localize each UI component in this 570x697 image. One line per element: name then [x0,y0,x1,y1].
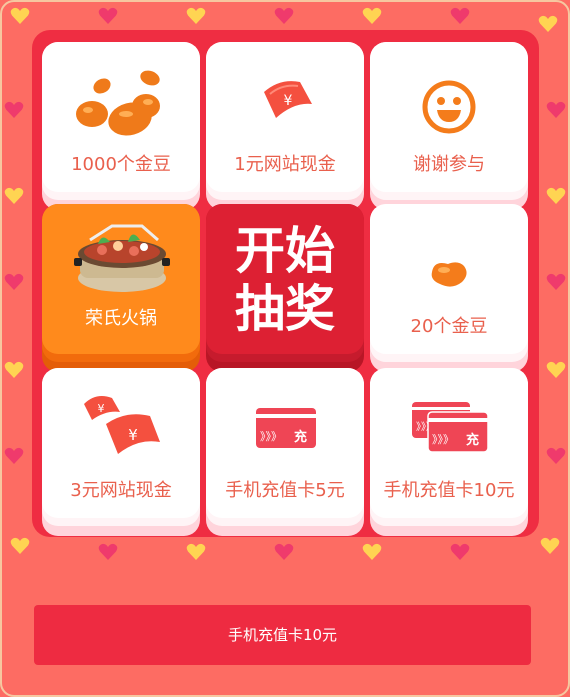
svg-text:充: 充 [294,429,307,445]
heart-icon [540,536,560,556]
heart-icon [4,100,24,120]
heart-icon [362,6,382,26]
prize-label: 谢谢参与 [413,154,485,175]
heart-icon [98,542,118,562]
heart-icon [98,6,118,26]
cash-note-icon: ¥ [258,74,318,124]
prize-label: 20个金豆 [410,316,488,337]
heart-icon [4,186,24,206]
prize-cell-3-yuan-cash: ¥ ¥ 3元网站现金 [42,368,200,526]
heart-icon [546,360,566,380]
prize-cell-1-yuan-cash: ¥ 1元网站现金 [206,42,364,200]
heart-icon [450,542,470,562]
heart-icon [274,542,294,562]
start-draw-label: 开始 抽奖 [235,222,335,338]
heart-icon [274,6,294,26]
heart-icon [546,186,566,206]
lottery-board: 1000个金豆 ¥ 1元网站现金 谢谢参与 荣氏火锅 开始 抽奖 20个金豆 ¥… [32,30,539,537]
heart-icon [450,6,470,26]
svg-text:¥: ¥ [128,426,138,444]
start-draw-button[interactable]: 开始 抽奖 [206,204,364,362]
heart-icon [10,6,30,26]
prize-label: 1元网站现金 [234,154,336,175]
heart-icon [186,6,206,26]
heart-icon [4,272,24,292]
svg-text:》》》: 》》》 [260,430,282,443]
heart-icon [186,542,206,562]
prize-label: 3元网站现金 [70,480,172,501]
prize-cell-recharge-5: 》》》 充 手机充值卡5元 [206,368,364,526]
cash-notes-icon: ¥ ¥ [78,390,168,460]
heart-icon [10,536,30,556]
heart-icon [4,360,24,380]
heart-icon [362,542,382,562]
smiley-icon [422,80,476,134]
beans-icon [72,64,172,144]
heart-icon [546,446,566,466]
prize-cell-thanks: 谢谢参与 [370,42,528,200]
recharge-cards-icon: 》》》 》》》 充 [410,400,490,454]
prize-cell-20-beans: 20个金豆 [370,204,528,362]
heart-icon [538,14,558,34]
result-button[interactable]: 手机充值卡10元 [34,605,531,665]
heart-icon [4,446,24,466]
prize-label: 手机充值卡10元 [383,480,515,501]
svg-text:充: 充 [466,432,479,448]
bean-icon [428,258,470,290]
svg-text:》》》: 》》》 [432,433,454,446]
heart-icon [546,272,566,292]
svg-text:¥: ¥ [284,93,293,109]
heart-icon [546,100,566,120]
prize-cell-recharge-10: 》》》 》》》 充 手机充值卡10元 [370,368,528,526]
hotpot-icon [72,218,172,298]
prize-cell-1000-beans: 1000个金豆 [42,42,200,200]
prize-label: 1000个金豆 [71,154,171,175]
svg-text:¥: ¥ [98,402,105,415]
prize-cell-hotpot: 荣氏火锅 [42,204,200,362]
recharge-card-icon: 》》》 充 [254,406,318,450]
prize-label: 手机充值卡5元 [225,480,345,501]
prize-label: 荣氏火锅 [85,308,157,329]
